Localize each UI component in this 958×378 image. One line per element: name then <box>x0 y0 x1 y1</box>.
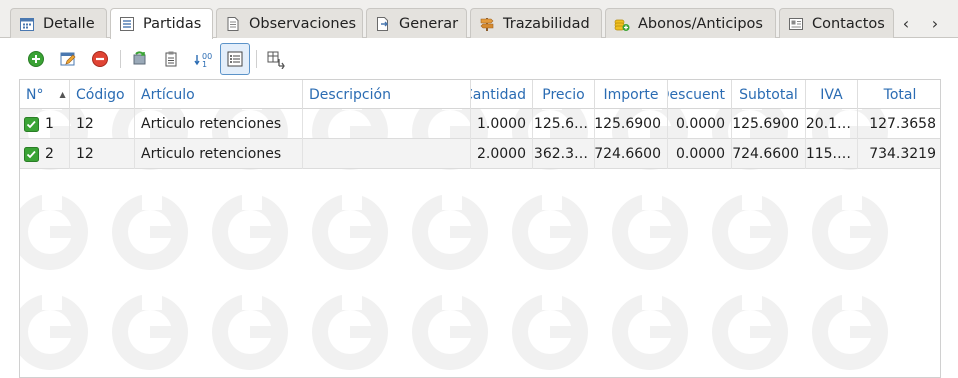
tab-label: Contactos <box>812 15 885 32</box>
row-number-cell: 1 <box>20 109 70 139</box>
tab-label: Abonos/Anticipos <box>638 15 763 32</box>
tab-generar[interactable]: Generar <box>366 8 467 38</box>
list-icon <box>120 17 134 31</box>
codigo-cell: 12 <box>70 109 135 139</box>
column-header-descuento[interactable]: Descuent <box>668 80 732 109</box>
list-settings-icon <box>227 51 243 67</box>
remove-icon <box>92 51 108 67</box>
remove-button[interactable] <box>87 46 113 72</box>
row-number: 1 <box>45 116 54 132</box>
precio-cell: 362.3… <box>533 139 595 169</box>
items-grid: N° ▲ Código Artículo Descripción Cantida… <box>19 79 941 378</box>
column-header-subtotal[interactable]: Subtotal <box>732 80 806 109</box>
document-arrow-icon <box>377 16 388 31</box>
tab-scroll-left-button[interactable]: ‹ <box>893 8 919 38</box>
tab-label: Generar <box>399 15 459 32</box>
tab-scroll-right-button[interactable]: › <box>922 8 948 38</box>
document-icon <box>227 16 239 31</box>
signpost-icon <box>480 17 494 31</box>
contacts-card-icon <box>789 17 803 30</box>
columns-button[interactable] <box>263 46 289 72</box>
edit-icon <box>60 52 76 66</box>
column-header-total[interactable]: Total <box>858 80 940 109</box>
column-header-label: Descripción <box>309 86 391 103</box>
column-header-importe[interactable]: Importe <box>595 80 668 109</box>
column-header-label: Código <box>76 86 125 103</box>
toolbar-separator <box>256 50 257 68</box>
column-header-label: Descuent <box>668 86 725 103</box>
tab-bar: Detalle Partidas Observaciones Generar T… <box>0 0 958 39</box>
column-header-label: Total <box>883 86 917 103</box>
tab-label: Detalle <box>43 15 95 32</box>
toolbar-separator <box>120 50 121 68</box>
tab-abonos-anticipos[interactable]: Abonos/Anticipos <box>605 8 776 38</box>
column-header-label: Subtotal <box>739 86 798 103</box>
tab-label: Observaciones <box>249 15 357 32</box>
row-number-cell: 2 <box>20 139 70 169</box>
column-header-precio[interactable]: Precio <box>533 80 595 109</box>
edit-button[interactable] <box>55 46 81 72</box>
importe-cell: 125.6900 <box>595 109 668 139</box>
tab-observaciones[interactable]: Observaciones <box>216 8 363 38</box>
iva-cell: 20.1… <box>806 109 858 139</box>
refresh-icon <box>133 51 146 65</box>
checked-icon[interactable] <box>24 116 39 132</box>
column-header-label: Precio <box>542 86 585 103</box>
subtotal-cell: 724.6600 <box>732 139 806 169</box>
tab-label: Partidas <box>143 16 202 32</box>
calendar-icon <box>20 17 34 31</box>
add-button[interactable] <box>23 46 49 72</box>
columns-icon <box>267 51 285 69</box>
column-header-label: Cantidad <box>471 86 526 103</box>
tab-partidas[interactable]: Partidas <box>110 8 213 39</box>
precio-cell: 125.6… <box>533 109 595 139</box>
column-header-label: IVA <box>820 86 843 103</box>
tab-contactos[interactable]: Contactos <box>779 8 894 38</box>
tab-label: Trazabilidad <box>503 15 590 32</box>
total-cell: 127.3658 <box>869 116 936 132</box>
clipboard-button[interactable] <box>158 46 184 72</box>
checked-icon[interactable] <box>24 146 39 162</box>
importe-cell: 724.6600 <box>595 139 668 169</box>
column-header-descripcion[interactable]: Descripción <box>303 80 471 109</box>
subtotal-cell: 125.6900 <box>732 109 806 139</box>
column-header-label: Importe <box>603 86 659 103</box>
column-header-cantidad[interactable]: Cantidad <box>471 80 533 109</box>
cantidad-cell: 2.0000 <box>471 139 533 169</box>
iva-cell: 115.… <box>806 139 858 169</box>
row-number: 2 <box>45 146 54 162</box>
total-cell: 734.3219 <box>869 146 936 162</box>
numbering-icon: 00 1 <box>194 52 212 68</box>
articulo-cell: Articulo retenciones <box>135 139 303 169</box>
toolbar: 00 1 <box>10 38 950 80</box>
column-header-articulo[interactable]: Artículo <box>135 80 303 109</box>
clipboard-icon <box>165 51 177 67</box>
grid-header: N° ▲ Código Artículo Descripción Cantida… <box>20 80 940 109</box>
tab-detalle[interactable]: Detalle <box>10 8 107 38</box>
table-row[interactable]: 2 12 Articulo retenciones 2.0000 362.3… … <box>20 139 940 169</box>
column-header-iva[interactable]: IVA <box>806 80 858 109</box>
descripcion-cell <box>303 109 471 139</box>
column-header-codigo[interactable]: Código <box>70 80 135 109</box>
tab-trazabilidad[interactable]: Trazabilidad <box>470 8 602 38</box>
column-header-label: N° <box>26 86 44 103</box>
svg-text:1: 1 <box>202 60 207 68</box>
cantidad-cell: 1.0000 <box>471 109 533 139</box>
list-settings-button[interactable] <box>220 43 250 75</box>
column-header-label: Artículo <box>141 86 195 103</box>
articulo-cell: Articulo retenciones <box>135 109 303 139</box>
descuento-cell: 0.0000 <box>668 139 732 169</box>
codigo-cell: 12 <box>70 139 135 169</box>
descuento-cell: 0.0000 <box>668 109 732 139</box>
coins-add-icon <box>614 19 630 31</box>
descripcion-cell <box>303 139 471 169</box>
add-icon <box>28 51 44 67</box>
table-row[interactable]: 1 12 Articulo retenciones 1.0000 125.6… … <box>20 109 940 139</box>
renumber-button[interactable]: 00 1 <box>190 46 216 72</box>
column-header-numero[interactable]: N° ▲ <box>20 80 70 109</box>
refresh-button[interactable] <box>127 46 153 72</box>
sort-ascending-icon: ▲ <box>59 90 66 99</box>
